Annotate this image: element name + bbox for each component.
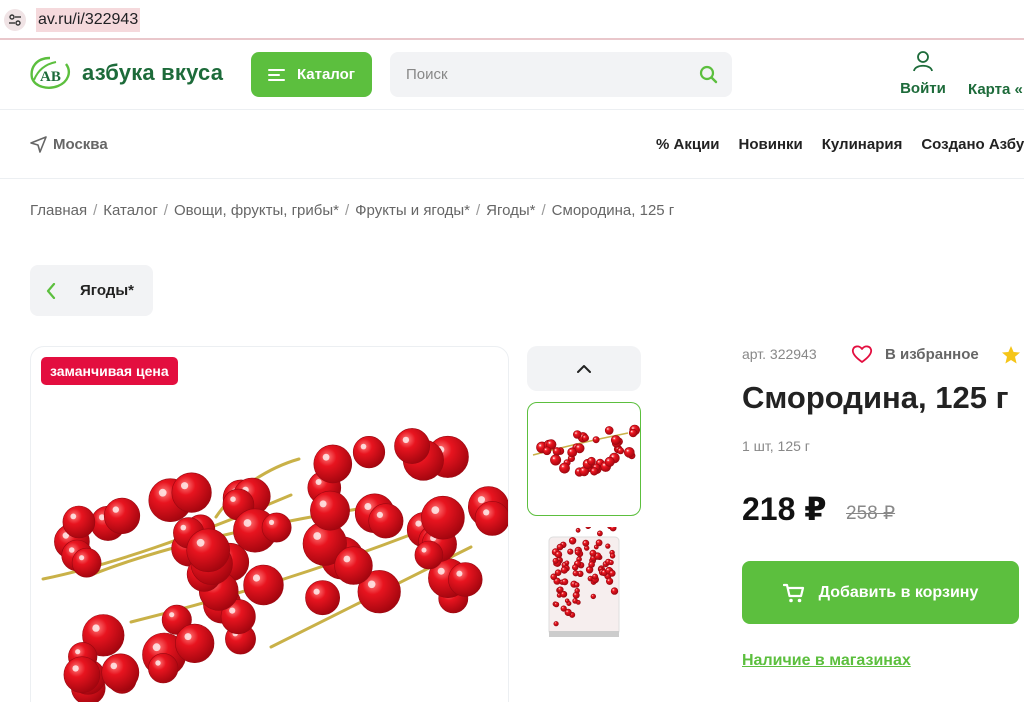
nav-link-cooking[interactable]: Кулинария bbox=[822, 136, 903, 153]
promo-badge: заманчивая цена bbox=[41, 357, 178, 385]
breadcrumb-separator: / bbox=[475, 202, 481, 219]
loyalty-card-link[interactable]: Карта « bbox=[968, 81, 1023, 98]
old-price: 258 ₽ bbox=[846, 503, 896, 524]
breadcrumb-separator: / bbox=[541, 202, 546, 219]
add-to-favorites-button[interactable]: В избранное bbox=[851, 344, 979, 364]
logo[interactable]: АВ азбука вкуса bbox=[28, 56, 223, 90]
search-input[interactable] bbox=[406, 52, 686, 97]
star-icon[interactable] bbox=[1001, 345, 1021, 365]
search-box bbox=[390, 52, 732, 97]
product-unit: 1 шт, 125 г bbox=[742, 438, 810, 454]
nav-links: % Акции Новинки Кулинария Создано Азбук bbox=[656, 136, 1024, 153]
product-main-image[interactable] bbox=[30, 346, 509, 702]
url-text[interactable]: av.ru/i/322943 bbox=[36, 8, 141, 32]
logo-text: азбука вкуса bbox=[82, 60, 224, 85]
currant-berries bbox=[54, 428, 508, 702]
article-number: арт. 322943 bbox=[742, 346, 817, 362]
breadcrumb: Главная / Каталог / Овощи, фрукты, грибы* /… bbox=[30, 202, 674, 219]
location-arrow-icon bbox=[30, 136, 47, 153]
thumbnails-up-button[interactable] bbox=[527, 346, 641, 391]
breadcrumb-item-current: Смородина, 125 г bbox=[551, 202, 675, 219]
nav-link-promo[interactable]: % Акции bbox=[656, 136, 720, 153]
catalog-label: Каталог bbox=[296, 66, 356, 83]
add-to-cart-label: Добавить в корзину bbox=[818, 583, 979, 601]
user-icon bbox=[913, 51, 933, 72]
cart-icon bbox=[782, 583, 804, 602]
currant-photo bbox=[41, 428, 508, 702]
logo-icon: АВ bbox=[30, 56, 70, 89]
login-label: Войти bbox=[900, 80, 946, 97]
catalog-button[interactable]: Каталог bbox=[251, 52, 372, 97]
city-label: Москва bbox=[53, 136, 108, 153]
heart-icon bbox=[851, 345, 873, 363]
site-header: АВ азбука вкуса Каталог Войти Карта « bbox=[0, 42, 1024, 110]
nav-link-new[interactable]: Новинки bbox=[739, 136, 803, 153]
favorites-label: В избранное bbox=[885, 345, 979, 363]
current-price: 218 ₽ bbox=[742, 491, 827, 527]
breadcrumb-item-berries[interactable]: Ягоды* bbox=[486, 202, 535, 219]
thumbnail-package-photo bbox=[548, 527, 620, 637]
product-title: Смородина, 125 г bbox=[742, 380, 1009, 415]
thumbnail-2[interactable] bbox=[527, 527, 641, 641]
chevron-left-icon bbox=[46, 282, 56, 299]
tune-icon[interactable] bbox=[4, 9, 26, 31]
back-to-category-button[interactable]: Ягоды* bbox=[30, 265, 153, 316]
breadcrumb-item-home[interactable]: Главная bbox=[30, 202, 87, 219]
city-selector[interactable]: Москва bbox=[30, 136, 108, 153]
breadcrumb-item-catalog[interactable]: Каталог bbox=[103, 202, 158, 219]
back-label: Ягоды* bbox=[80, 282, 134, 299]
search-icon[interactable] bbox=[699, 65, 718, 84]
breadcrumb-item-vegetables[interactable]: Овощи, фрукты, грибы* bbox=[174, 202, 339, 219]
svg-text:АВ: АВ bbox=[40, 69, 61, 85]
thumbnail-1[interactable] bbox=[527, 402, 641, 516]
breadcrumb-separator: / bbox=[163, 202, 168, 219]
browser-address-bar: av.ru/i/322943 bbox=[0, 0, 1024, 40]
breadcrumb-separator: / bbox=[344, 202, 350, 219]
login-button[interactable]: Войти bbox=[900, 50, 946, 97]
thumbnail-currant-photo bbox=[532, 424, 640, 477]
sub-navigation: Москва % Акции Новинки Кулинария Создано… bbox=[0, 111, 1024, 179]
breadcrumb-item-fruits[interactable]: Фрукты и ягоды* bbox=[355, 202, 470, 219]
add-to-cart-button[interactable]: Добавить в корзину bbox=[742, 561, 1019, 624]
chevron-up-icon bbox=[577, 365, 591, 373]
menu-icon bbox=[267, 68, 285, 81]
nav-link-own-brand[interactable]: Создано Азбук bbox=[921, 136, 1024, 153]
store-availability-link[interactable]: Наличие в магазинах bbox=[742, 652, 911, 670]
breadcrumb-separator: / bbox=[93, 202, 98, 219]
